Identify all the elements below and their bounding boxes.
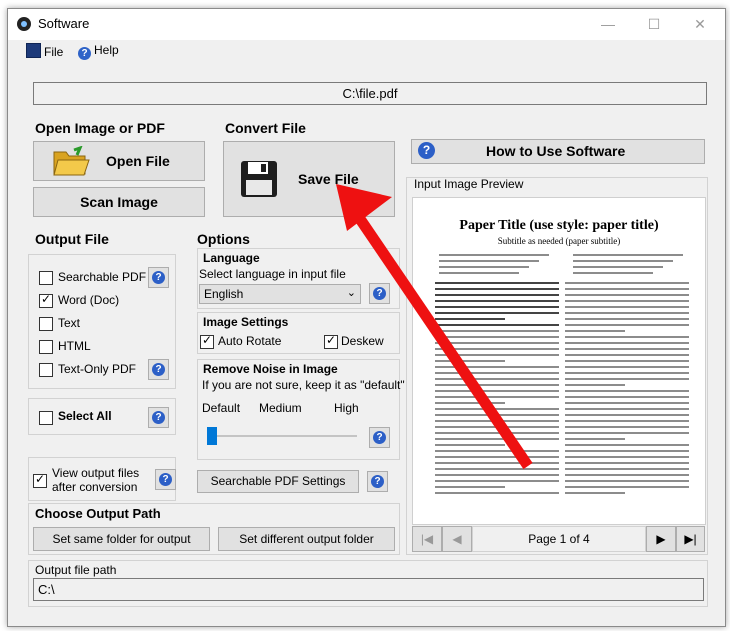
app-window: Software — ☐ ✕ File ? Help C:\file.pdf Op… (7, 8, 726, 627)
red-arrow-annotation (336, 184, 533, 470)
